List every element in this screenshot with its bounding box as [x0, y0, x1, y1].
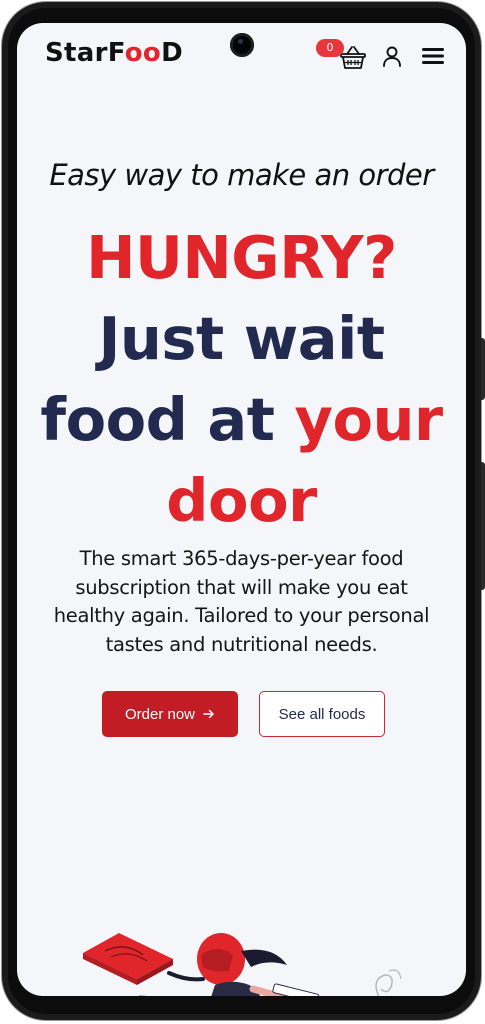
- logo-text-end: D: [161, 38, 183, 68]
- arrow-right-icon: [203, 709, 214, 719]
- front-camera: [230, 33, 254, 57]
- hero-title-your: your: [294, 385, 443, 454]
- hero-title-door: door: [166, 466, 317, 535]
- see-all-foods-label: See all foods: [278, 705, 366, 723]
- hero-title-hungry: HUNGRY?: [86, 223, 397, 292]
- logo-text-start: StarF: [45, 38, 125, 68]
- hero-title-line3: food at your: [17, 379, 466, 460]
- power-button: [481, 338, 485, 400]
- user-icon[interactable]: [381, 45, 403, 67]
- logo-text-accent: oo: [124, 38, 162, 68]
- hero-tagline: Easy way to make an order: [49, 158, 434, 192]
- hero-description: The smart 365-days-per-year food subscri…: [53, 547, 430, 656]
- hamburger-menu-icon[interactable]: [420, 45, 446, 67]
- delivery-illustration: [83, 933, 402, 996]
- hero-title-line2: Just wait: [98, 304, 385, 373]
- see-all-foods-button[interactable]: See all foods: [259, 691, 385, 737]
- hero-title: HUNGRY? Just wait food at your door: [17, 217, 466, 541]
- phone-screen: StarFooD 0 Easy way to make an order HUN…: [17, 23, 466, 996]
- cart-count-badge: 0: [316, 39, 344, 57]
- hero-title-food-at: food at: [40, 385, 295, 454]
- order-now-label: Order now: [124, 705, 196, 723]
- volume-button: [481, 462, 485, 590]
- brand-logo[interactable]: StarFooD: [45, 38, 183, 68]
- order-now-button[interactable]: Order now: [102, 691, 238, 737]
